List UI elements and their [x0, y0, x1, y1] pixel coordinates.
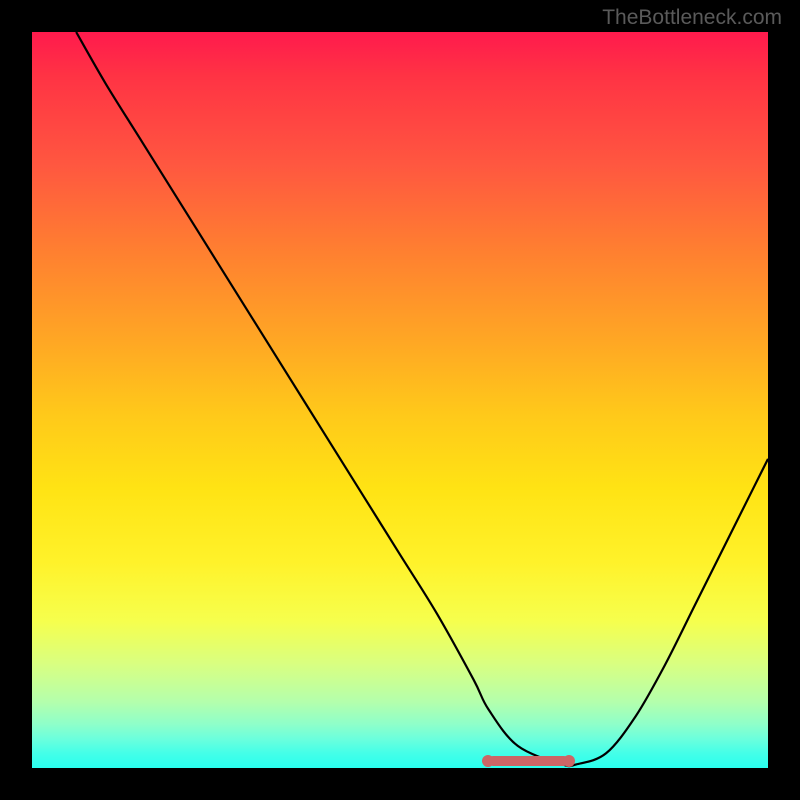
- curve-marker-right: [563, 755, 575, 767]
- plateau-marker: [488, 756, 569, 766]
- curve-marker-left: [482, 755, 494, 767]
- watermark-text: TheBottleneck.com: [602, 6, 782, 30]
- curve-line: [32, 32, 768, 768]
- chart-plot-area: [32, 32, 768, 768]
